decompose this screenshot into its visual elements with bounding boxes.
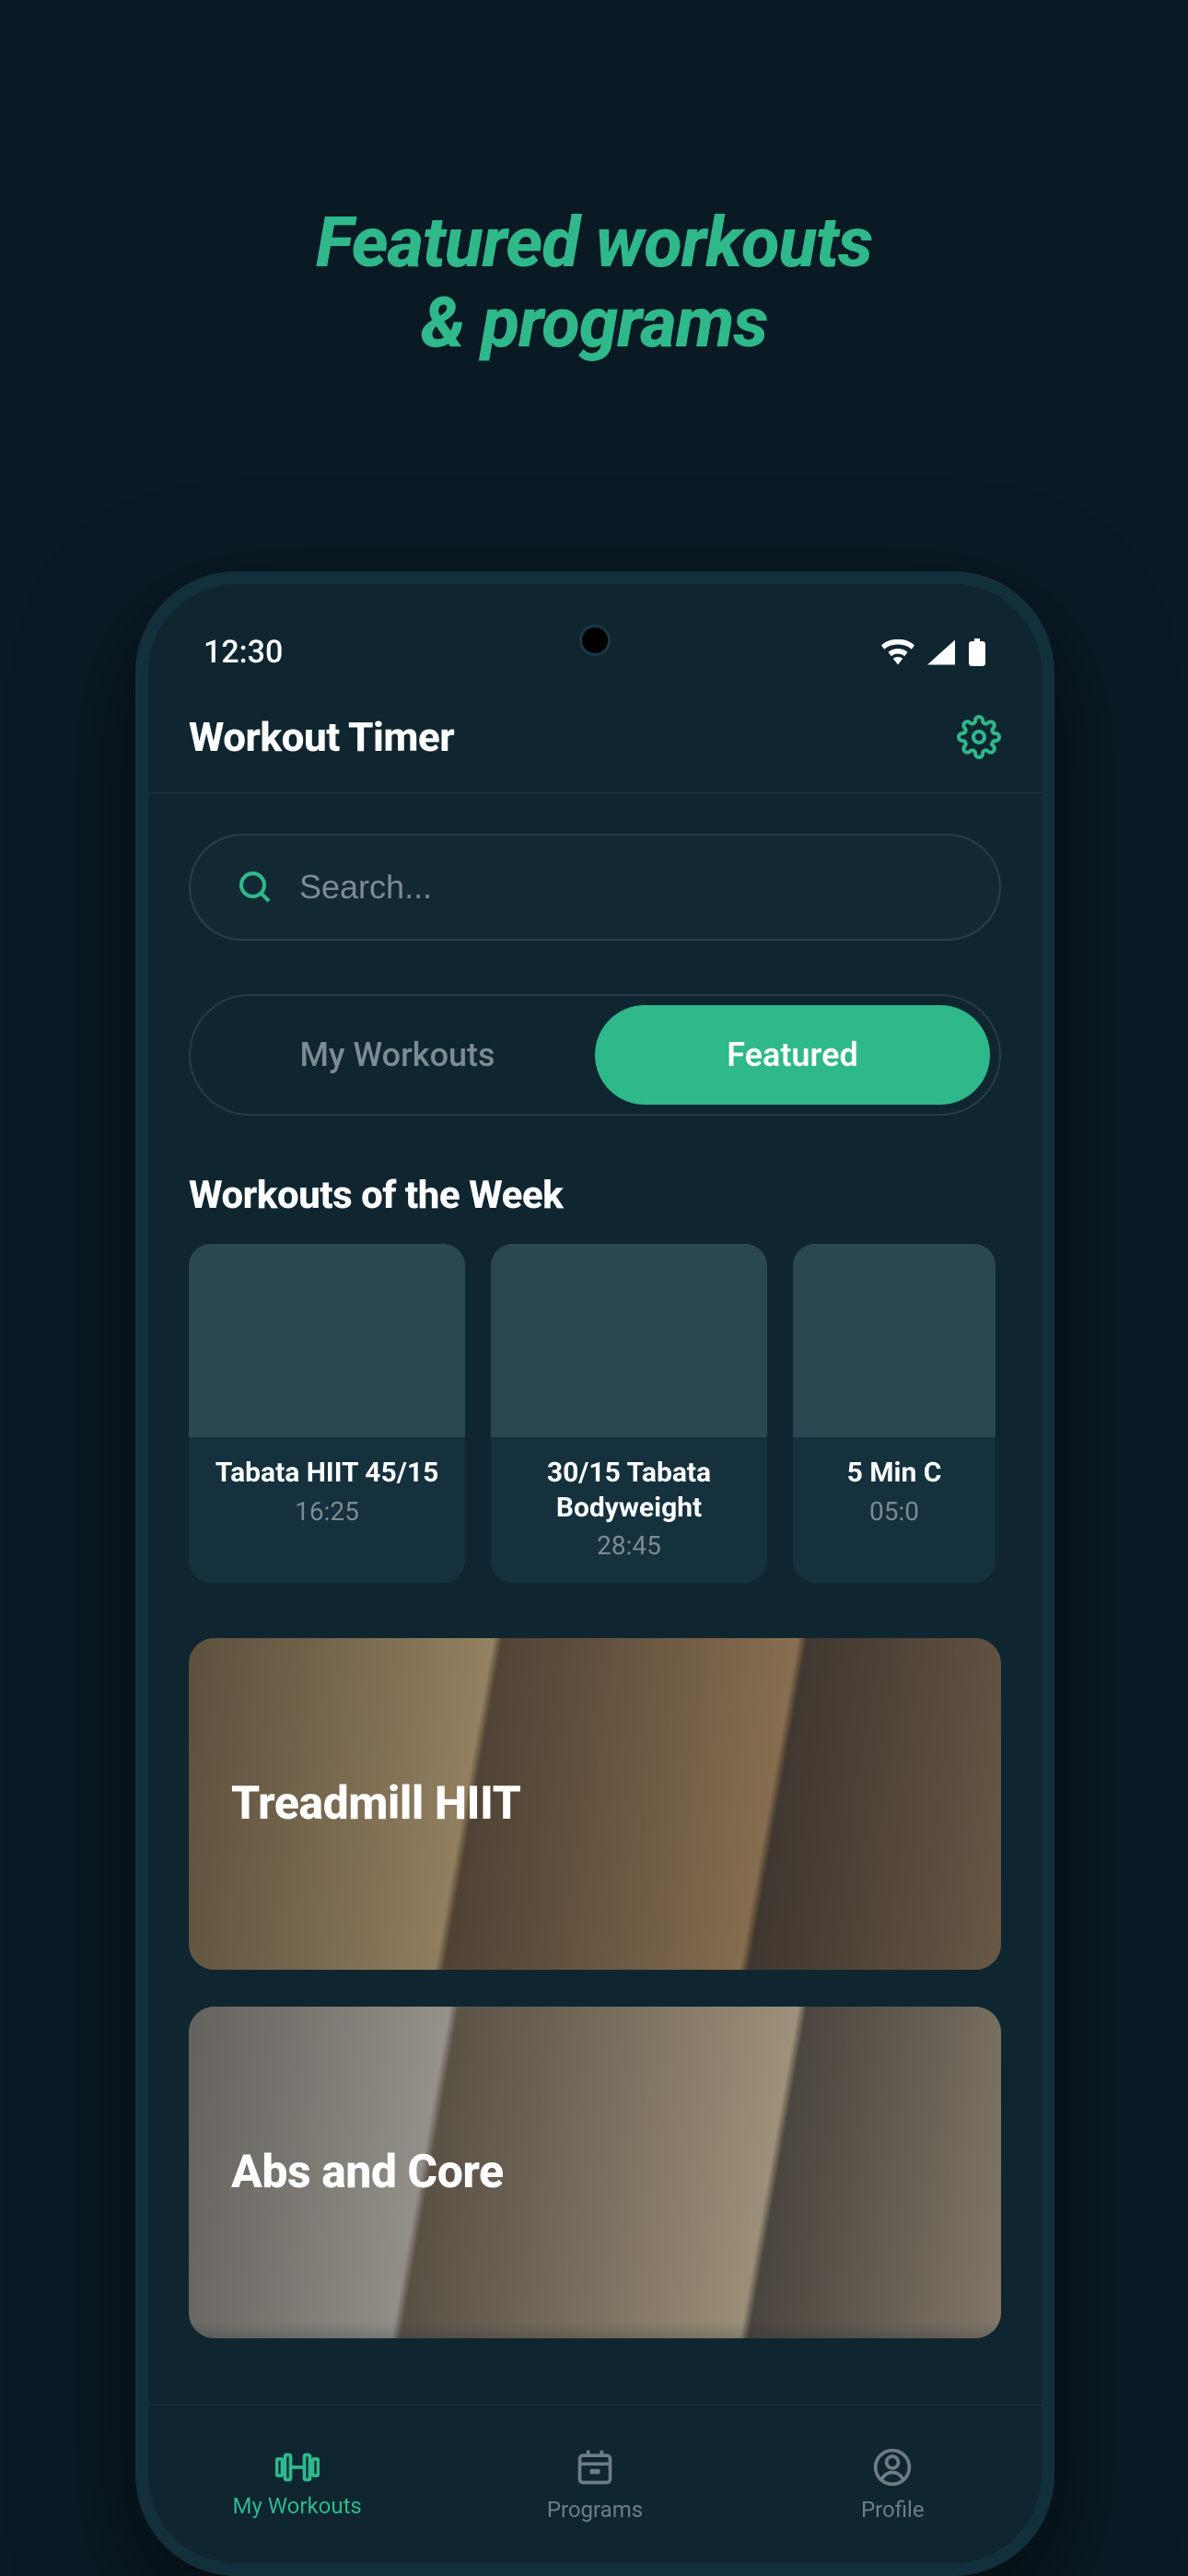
nav-label: My Workouts	[232, 2493, 361, 2519]
promo-headline: Featured workouts & programs	[0, 0, 1188, 364]
bottom-nav: My Workouts Programs Profile	[148, 2405, 1042, 2563]
search-input[interactable]	[299, 868, 953, 907]
battery-icon	[968, 638, 986, 666]
workout-title: 5 Min C	[804, 1456, 984, 1491]
nav-label: Programs	[547, 2497, 643, 2523]
phone-frame: 12:30 Workout Timer My Workouts Featured…	[135, 571, 1054, 2576]
nav-programs[interactable]: Programs	[446, 2406, 743, 2563]
program-card[interactable]: Abs and Core	[189, 2007, 1001, 2338]
promo-line-1: Featured workouts	[316, 201, 872, 284]
workout-card[interactable]: Tabata HIIT 45/15 16:25	[189, 1244, 465, 1583]
workout-duration: 16:25	[200, 1496, 454, 1527]
section-title-week: Workouts of the Week	[148, 1116, 1042, 1244]
workout-card[interactable]: 30/15 Tabata Bodyweight 28:45	[491, 1244, 767, 1583]
tab-my-workouts[interactable]: My Workouts	[200, 1005, 595, 1105]
week-workout-list[interactable]: Tabata HIIT 45/15 16:25 30/15 Tabata Bod…	[148, 1244, 1042, 1583]
workout-duration: 05:0	[804, 1496, 984, 1527]
phone-screen: 12:30 Workout Timer My Workouts Featured…	[148, 584, 1042, 2563]
workout-thumbnail	[793, 1244, 996, 1437]
profile-icon	[872, 2447, 913, 2488]
page-title: Workout Timer	[189, 713, 454, 761]
wifi-icon	[881, 639, 914, 665]
tab-featured[interactable]: Featured	[595, 1005, 990, 1105]
promo-line-2: & programs	[421, 281, 767, 364]
workout-duration: 28:45	[502, 1530, 756, 1561]
filter-tabs: My Workouts Featured	[189, 994, 1001, 1116]
workout-title: 30/15 Tabata Bodyweight	[502, 1456, 756, 1525]
program-title: Abs and Core	[231, 2146, 504, 2199]
nav-profile[interactable]: Profile	[744, 2406, 1042, 2563]
camera-hole	[579, 625, 611, 656]
calendar-icon	[575, 2447, 615, 2488]
workout-title: Tabata HIIT 45/15	[200, 1456, 454, 1491]
workout-card[interactable]: 5 Min C 05:0	[793, 1244, 996, 1583]
program-list: Treadmill HIIT Abs and Core	[148, 1583, 1042, 2338]
program-title: Treadmill HIIT	[231, 1777, 520, 1831]
status-time: 12:30	[204, 634, 283, 671]
app-header: Workout Timer	[148, 685, 1042, 793]
cellular-icon	[927, 639, 955, 665]
program-card[interactable]: Treadmill HIIT	[189, 1638, 1001, 1970]
search-bar[interactable]	[189, 834, 1001, 941]
workout-thumbnail	[189, 1244, 465, 1437]
gear-icon[interactable]	[957, 715, 1001, 759]
nav-my-workouts[interactable]: My Workouts	[148, 2406, 446, 2563]
dumbbell-icon	[275, 2451, 320, 2484]
status-icons	[881, 638, 986, 666]
search-icon	[237, 869, 274, 906]
workout-thumbnail	[491, 1244, 767, 1437]
nav-label: Profile	[861, 2497, 925, 2523]
